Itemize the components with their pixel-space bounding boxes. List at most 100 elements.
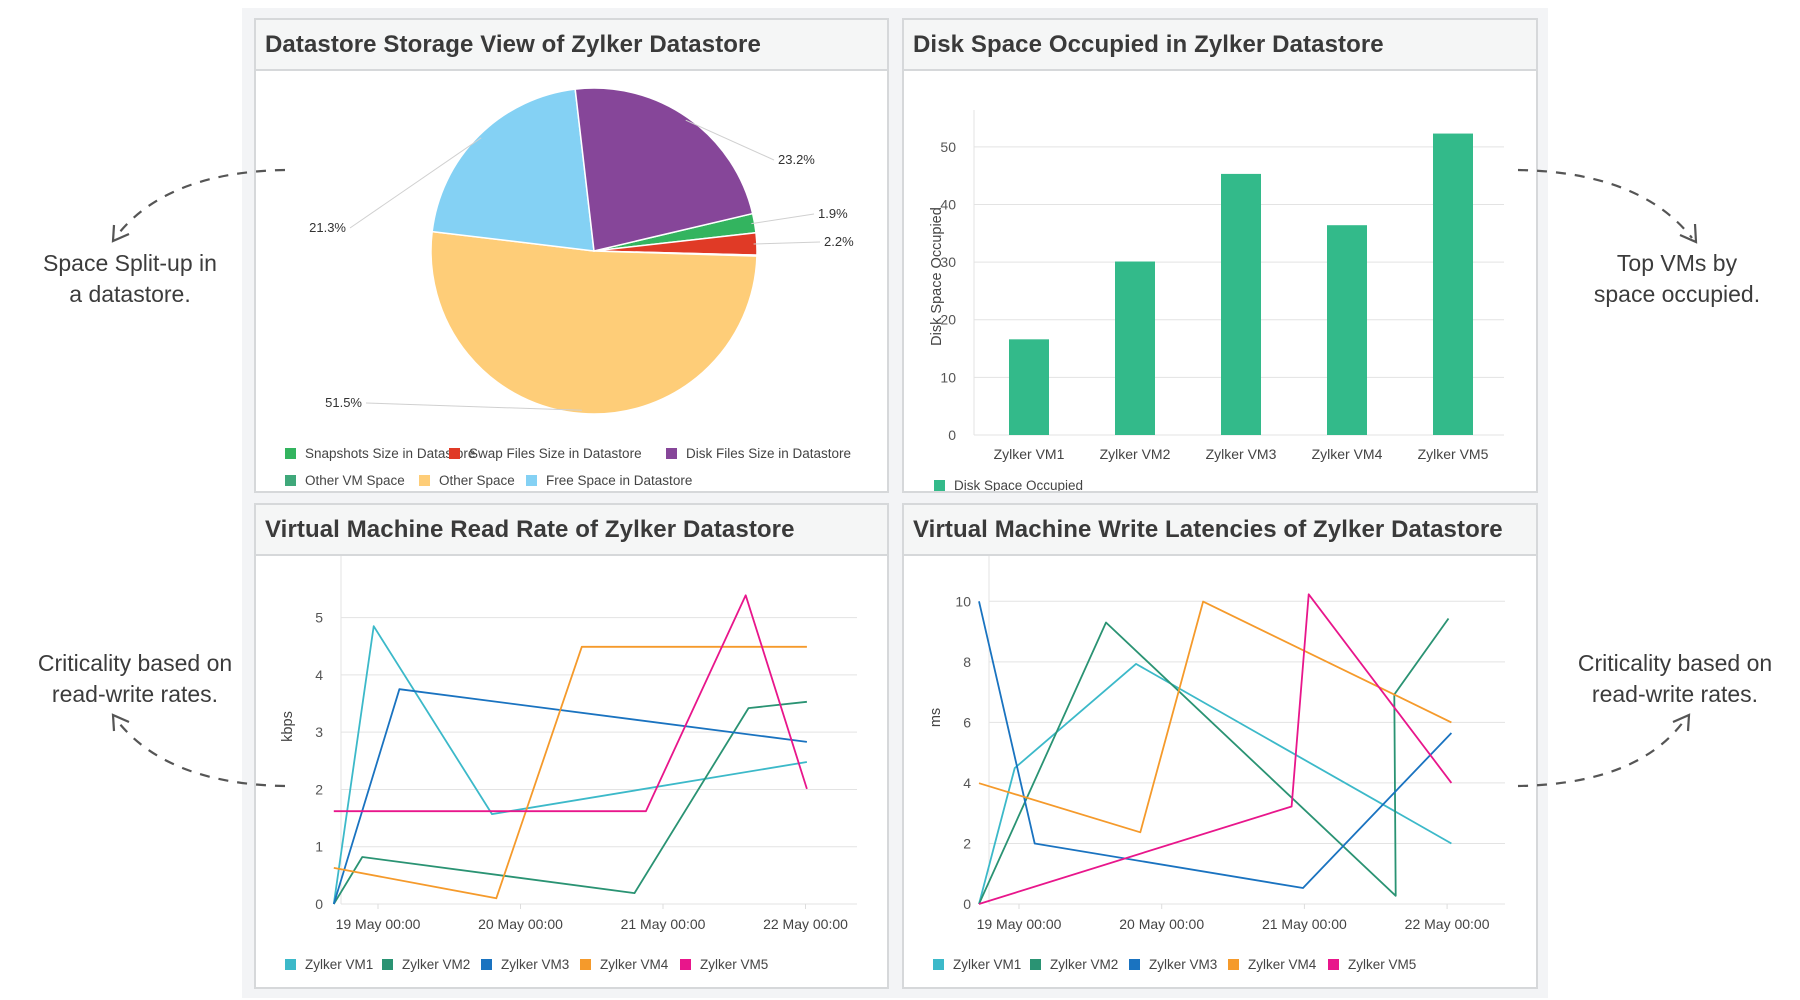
card-title: Virtual Machine Write Latencies of Zylke… bbox=[913, 515, 1503, 543]
y-tick-label: 2 bbox=[963, 835, 971, 851]
series-line-zylker-vm5 bbox=[978, 593, 1453, 905]
annotation-top-vms: Top VMs by space occupied. bbox=[1562, 248, 1792, 310]
x-tick-label: Zylker VM2 bbox=[1100, 446, 1171, 462]
y-axis-label: kbps bbox=[280, 711, 296, 742]
card-header: Datastore Storage View of Zylker Datasto… bbox=[256, 20, 887, 71]
pie-chart: 1.9%2.2%51.5%21.3%23.2%Snapshots Size in… bbox=[285, 87, 854, 488]
bar-chart: 01020304050Disk Space OccupiedZylker VM1… bbox=[929, 110, 1504, 491]
y-tick-label: 1 bbox=[315, 839, 323, 855]
legend-label: Zylker VM2 bbox=[1050, 957, 1118, 972]
legend-swatch bbox=[934, 480, 945, 491]
x-tick-label: 20 May 00:00 bbox=[1119, 916, 1204, 932]
legend-label: Disk Files Size in Datastore bbox=[686, 446, 851, 461]
legend-swatch bbox=[285, 959, 296, 970]
y-tick-label: 5 bbox=[315, 610, 323, 626]
y-tick-label: 6 bbox=[963, 714, 971, 730]
arrowhead-icon bbox=[1679, 223, 1698, 244]
card-header: Disk Space Occupied in Zylker Datastore bbox=[904, 20, 1536, 71]
legend-swatch bbox=[285, 448, 296, 459]
read-rate-card: Virtual Machine Read Rate of Zylker Data… bbox=[254, 503, 889, 989]
bar bbox=[1327, 225, 1367, 435]
x-tick-label: 20 May 00:00 bbox=[478, 916, 563, 932]
legend-swatch bbox=[481, 959, 492, 970]
x-tick-label: 19 May 00:00 bbox=[977, 916, 1062, 932]
legend-label: Zylker VM2 bbox=[402, 957, 470, 972]
annotation-line: Space Split-up in bbox=[43, 250, 217, 276]
storage-view-card: Datastore Storage View of Zylker Datasto… bbox=[254, 18, 889, 493]
y-tick-label: 4 bbox=[315, 667, 323, 683]
legend-swatch bbox=[580, 959, 591, 970]
arrowhead-icon bbox=[111, 713, 130, 732]
y-tick-label: 0 bbox=[963, 896, 971, 912]
pie-slice bbox=[431, 88, 595, 252]
series-line-zylker-vm3 bbox=[978, 601, 1453, 889]
annotation-criticality-left: Criticality based on read-write rates. bbox=[10, 648, 260, 710]
legend-swatch bbox=[1129, 959, 1140, 970]
pie-data-label: 2.2% bbox=[824, 234, 854, 249]
y-tick-label: 2 bbox=[315, 781, 323, 797]
y-tick-label: 0 bbox=[315, 896, 323, 912]
arrowhead-icon bbox=[1672, 713, 1691, 732]
y-tick-label: 0 bbox=[948, 427, 956, 443]
x-tick-label: Zylker VM1 bbox=[994, 446, 1065, 462]
write-latency-line-chart: 0 2 4 6 8 10 ms 19 May 00:00 20 May 00:00 21 May … bbox=[928, 556, 1505, 972]
pie-data-label: 1.9% bbox=[818, 206, 848, 221]
series-line-zylker-vm1 bbox=[978, 663, 1452, 905]
arrowhead-icon bbox=[111, 224, 130, 243]
y-tick-label: 8 bbox=[963, 654, 971, 670]
annotation-line: Criticality based on bbox=[1577, 650, 1773, 676]
disk-space-card: Disk Space Occupied in Zylker Datastore … bbox=[902, 18, 1538, 493]
legend-label: Zylker VM4 bbox=[1248, 957, 1317, 972]
y-tick-label: 10 bbox=[955, 593, 971, 609]
y-tick-label: 10 bbox=[940, 369, 956, 385]
x-tick-label: 21 May 00:00 bbox=[621, 916, 706, 932]
x-tick-label: Zylker VM5 bbox=[1418, 446, 1489, 462]
series-line-zylker-vm5 bbox=[333, 594, 808, 813]
annotation-line: a datastore. bbox=[69, 281, 191, 307]
x-tick-label: 21 May 00:00 bbox=[1262, 916, 1347, 932]
legend-swatch bbox=[933, 959, 944, 970]
legend-swatch bbox=[1228, 959, 1239, 970]
pie-label-connector bbox=[753, 241, 821, 245]
legend-label: Other VM Space bbox=[305, 473, 405, 488]
y-tick-label: 4 bbox=[963, 775, 971, 791]
legend-label: Swap Files Size in Datastore bbox=[469, 446, 642, 461]
x-tick-label: 19 May 00:00 bbox=[336, 916, 421, 932]
series-line-zylker-vm4 bbox=[978, 600, 1452, 834]
annotation-line: Top VMs by bbox=[1616, 250, 1738, 276]
legend-label: Zylker VM3 bbox=[501, 957, 569, 972]
card-header: Virtual Machine Read Rate of Zylker Data… bbox=[256, 505, 887, 556]
legend-label: Free Space in Datastore bbox=[546, 473, 692, 488]
x-tick-label: Zylker VM4 bbox=[1312, 446, 1383, 462]
legend-label: Zylker VM5 bbox=[700, 957, 768, 972]
legend-swatch bbox=[419, 475, 430, 486]
annotation-space-split: Space Split-up in a datastore. bbox=[20, 248, 240, 310]
legend-label: Zylker VM1 bbox=[953, 957, 1021, 972]
legend-swatch bbox=[1030, 959, 1041, 970]
pie-slice bbox=[430, 230, 758, 415]
y-axis-label: Disk Space Occupied bbox=[929, 207, 945, 346]
legend-swatch bbox=[526, 475, 537, 486]
y-axis-label: ms bbox=[928, 708, 944, 727]
pie-label-connector bbox=[751, 213, 815, 225]
bar bbox=[1115, 261, 1155, 435]
annotation-line: read-write rates. bbox=[51, 681, 219, 707]
annotation-line: read-write rates. bbox=[1591, 681, 1759, 707]
x-tick-label: 22 May 00:00 bbox=[1405, 916, 1490, 932]
card-header: Virtual Machine Write Latencies of Zylke… bbox=[904, 505, 1536, 556]
bar bbox=[1433, 133, 1473, 435]
legend-swatch bbox=[285, 475, 296, 486]
annotation-line: Criticality based on bbox=[37, 650, 233, 676]
legend-label: Zylker VM4 bbox=[600, 957, 669, 972]
pie-data-label: 51.5% bbox=[325, 395, 362, 410]
pie-data-label: 23.2% bbox=[778, 152, 815, 167]
legend-swatch bbox=[449, 448, 460, 459]
x-tick-label: 22 May 00:00 bbox=[763, 916, 848, 932]
legend-label: Zylker VM5 bbox=[1348, 957, 1416, 972]
series-line-zylker-vm3 bbox=[332, 688, 808, 905]
card-title: Virtual Machine Read Rate of Zylker Data… bbox=[265, 515, 795, 543]
x-tick-label: Zylker VM3 bbox=[1206, 446, 1277, 462]
card-title: Disk Space Occupied in Zylker Datastore bbox=[913, 30, 1384, 58]
card-title: Datastore Storage View of Zylker Datasto… bbox=[265, 30, 761, 58]
legend-swatch bbox=[1328, 959, 1339, 970]
